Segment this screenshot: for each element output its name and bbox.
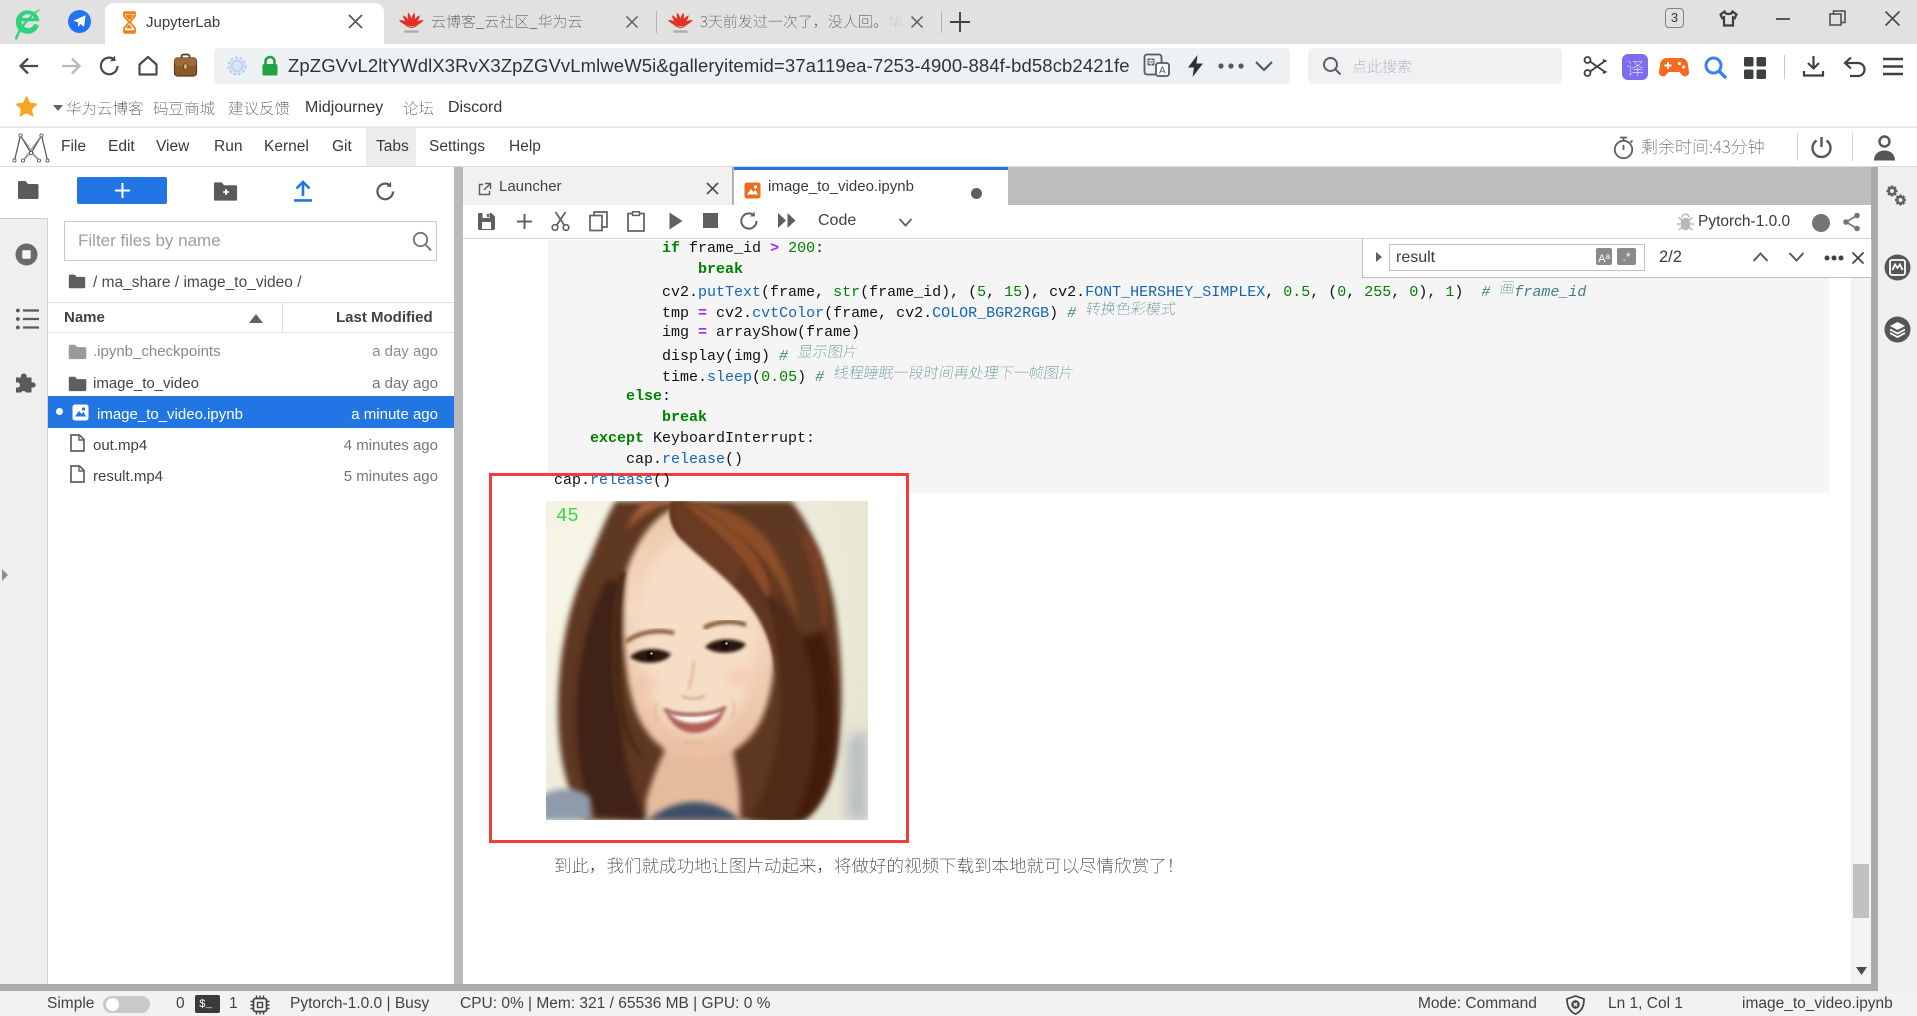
svg-text:A: A xyxy=(1159,65,1166,76)
svg-text:45: 45 xyxy=(556,505,579,527)
